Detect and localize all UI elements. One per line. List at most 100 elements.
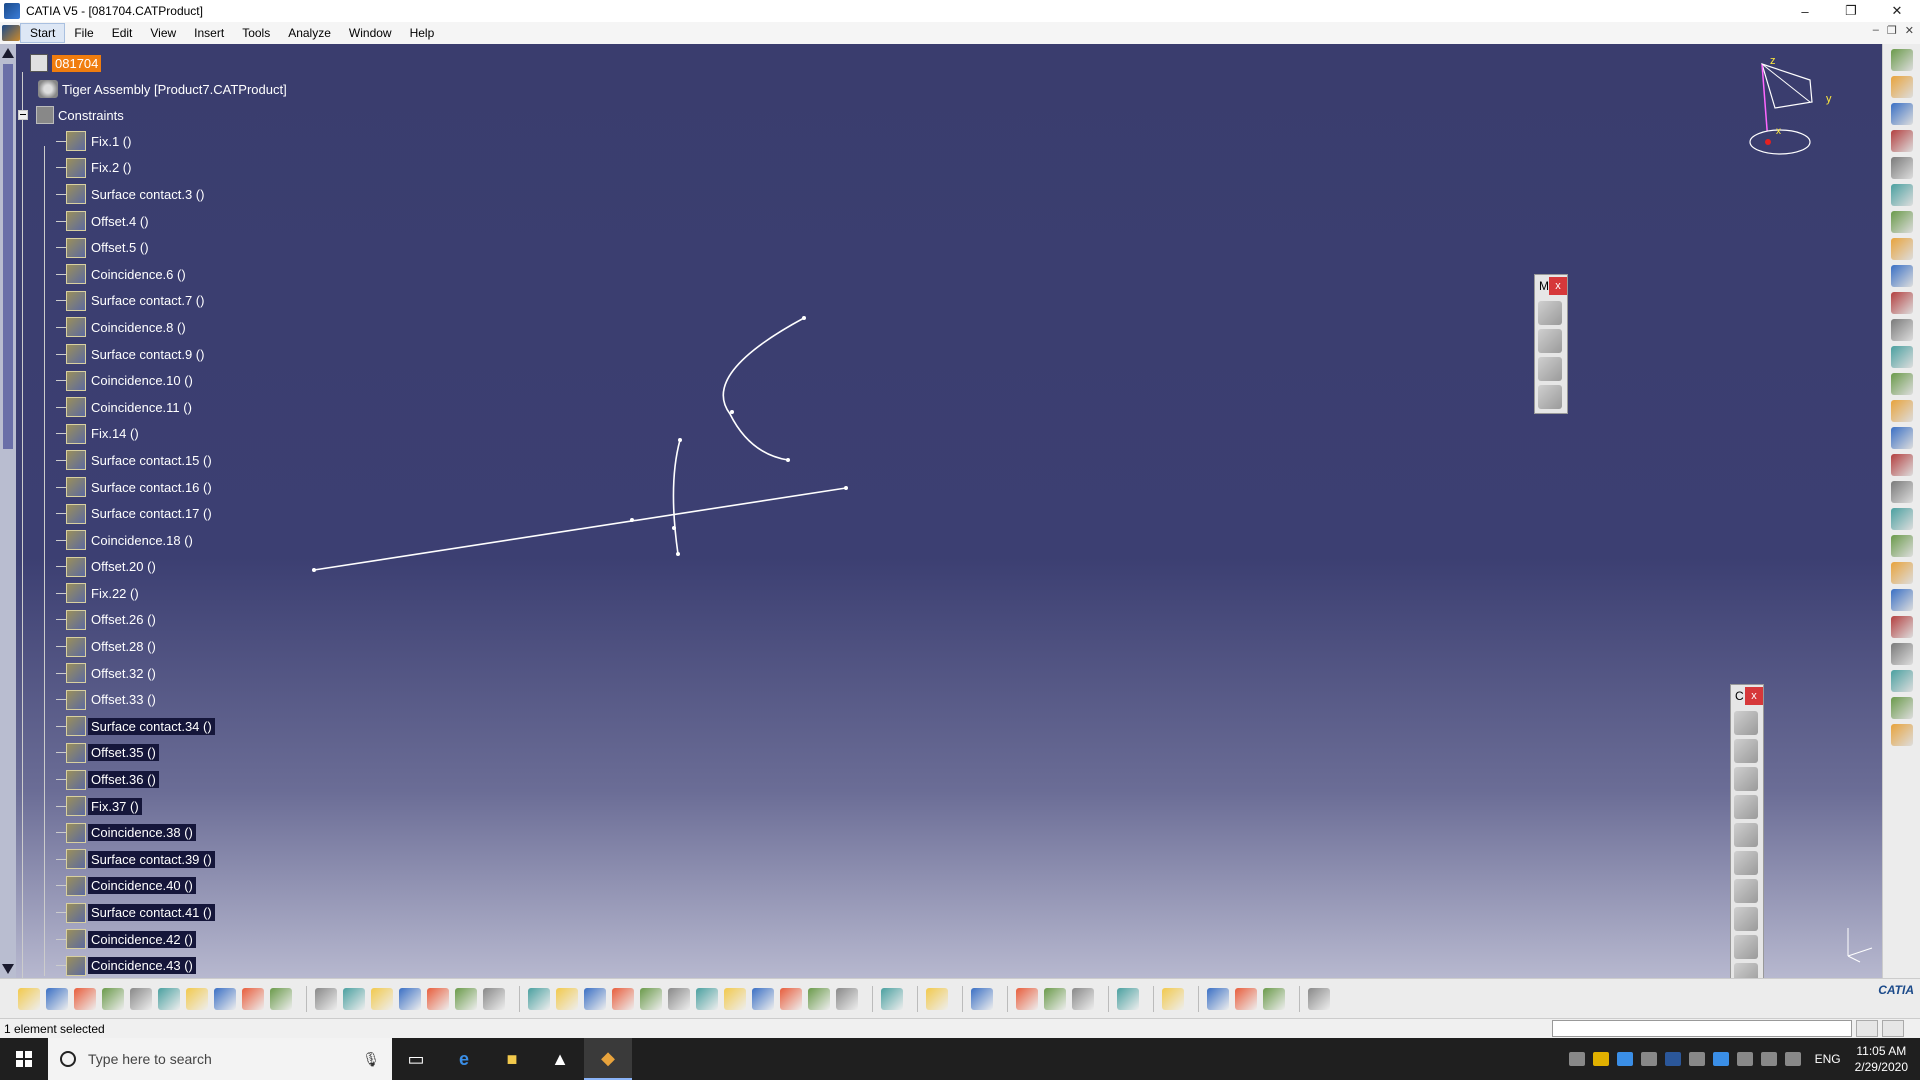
constraint-label[interactable]: Coincidence.8 () (88, 319, 189, 336)
menu-file[interactable]: File (65, 24, 102, 42)
menu-start[interactable]: Start (20, 23, 66, 43)
vertical-curve[interactable] (672, 439, 681, 555)
command-input[interactable] (1552, 1020, 1852, 1037)
constraint-item[interactable]: Offset.5 () (56, 234, 358, 261)
constraint-label[interactable]: Coincidence.11 () (88, 399, 195, 416)
photos-icon[interactable]: ▲ (536, 1038, 584, 1080)
tray-app-icon[interactable] (1736, 1052, 1753, 1066)
workbench-tool-icon[interactable] (1891, 238, 1913, 260)
tray-app-icon[interactable] (1640, 1052, 1657, 1066)
tree-root[interactable]: 081704 (30, 50, 358, 76)
edge-icon[interactable]: e (440, 1038, 488, 1080)
constraint-label[interactable]: Offset.32 () (88, 665, 159, 682)
tree-constraints-node[interactable]: Constraints (18, 102, 358, 128)
constraint-label[interactable]: Surface contact.17 () (88, 505, 215, 522)
iso-view-icon[interactable] (752, 987, 774, 1010)
constraint-item[interactable]: Offset.35 () (56, 740, 358, 767)
endpoint[interactable] (802, 316, 806, 320)
constraint-item[interactable]: Coincidence.10 () (56, 367, 358, 394)
shading-icon[interactable] (780, 987, 802, 1010)
workbench-tool-icon[interactable] (1891, 454, 1913, 476)
measure-icon[interactable] (455, 987, 477, 1010)
constraint-label[interactable]: Offset.20 () (88, 558, 159, 575)
toolbar-header[interactable]: C x (1731, 685, 1763, 707)
constraint-item[interactable]: Coincidence.40 () (56, 873, 358, 900)
undo-icon[interactable] (214, 987, 236, 1010)
workbench-tool-icon[interactable] (1891, 373, 1913, 395)
coincidence-tool-icon[interactable] (1734, 711, 1758, 735)
flexible-tool-icon[interactable] (1734, 907, 1758, 931)
workbench-tool-icon[interactable] (1891, 346, 1913, 368)
hide-show-icon[interactable] (808, 987, 830, 1010)
constraint-item[interactable]: Fix.1 () (56, 128, 358, 155)
explode-tool-icon[interactable] (1538, 385, 1562, 409)
restore-button[interactable]: ❐ (1828, 0, 1874, 22)
menu-analyze[interactable]: Analyze (279, 24, 340, 42)
catalog-icon[interactable] (427, 987, 449, 1010)
constraint-label[interactable]: Fix.22 () (88, 585, 142, 602)
workbench-tool-icon[interactable] (1891, 481, 1913, 503)
offset-tool-icon[interactable] (1734, 767, 1758, 791)
constraint-label[interactable]: Offset.26 () (88, 611, 159, 628)
people-icon[interactable] (1568, 1052, 1585, 1066)
workbench-tool-icon[interactable] (1891, 319, 1913, 341)
workbench-tool-icon[interactable] (1891, 589, 1913, 611)
paste-icon[interactable] (186, 987, 208, 1010)
fly-icon[interactable] (528, 987, 550, 1010)
workbench-tool-icon[interactable] (1891, 697, 1913, 719)
comment-icon[interactable] (343, 987, 365, 1010)
word-icon[interactable] (1664, 1052, 1681, 1066)
menu-tools[interactable]: Tools (233, 24, 279, 42)
constraint-label[interactable]: Offset.28 () (88, 638, 159, 655)
workbench-tool-icon[interactable] (1891, 508, 1913, 530)
workbench-tool-icon[interactable] (1891, 130, 1913, 152)
rotate-tool-icon[interactable] (1538, 329, 1562, 353)
formula-icon[interactable] (315, 987, 337, 1010)
redo-icon[interactable] (242, 987, 264, 1010)
constraint-label[interactable]: Surface contact.9 () (88, 346, 207, 363)
menu-view[interactable]: View (141, 24, 185, 42)
minimize-button[interactable]: – (1782, 0, 1828, 22)
constraint-item[interactable]: Fix.14 () (56, 421, 358, 448)
constraint-item[interactable]: Fix.2 () (56, 155, 358, 182)
update-icon[interactable] (971, 987, 993, 1010)
constraint-item[interactable]: Offset.4 () (56, 208, 358, 235)
constraint-label[interactable]: Offset.4 () (88, 213, 152, 230)
constraint-label[interactable]: Offset.36 () (88, 771, 159, 789)
analysis-icon[interactable] (483, 987, 505, 1010)
endpoint[interactable] (672, 526, 676, 530)
constraint-label[interactable]: Coincidence.38 () (88, 824, 196, 842)
constraint-item[interactable]: Offset.36 () (56, 766, 358, 793)
workbench-tool-icon[interactable] (1891, 76, 1913, 98)
constraint-label[interactable]: Coincidence.42 () (88, 930, 196, 948)
print-icon[interactable] (102, 987, 124, 1010)
angle-tool-icon[interactable] (1734, 795, 1758, 819)
clock[interactable]: 11:05 AM 2/29/2020 (1855, 1043, 1908, 1075)
constraint-item[interactable]: Offset.26 () (56, 607, 358, 634)
workbench-tool-icon[interactable] (1891, 427, 1913, 449)
whats-this-icon[interactable] (270, 987, 292, 1010)
workbench-tool-icon[interactable] (1891, 184, 1913, 206)
endpoint[interactable] (630, 518, 634, 522)
constraint-item[interactable]: Offset.28 () (56, 633, 358, 660)
constraint-label[interactable]: Surface contact.15 () (88, 452, 215, 469)
rotate-icon[interactable] (612, 987, 634, 1010)
multi-view-icon[interactable] (724, 987, 746, 1010)
constraint-item[interactable]: Surface contact.7 () (56, 288, 358, 315)
sketch-grid-icon[interactable] (881, 987, 903, 1010)
network-icon[interactable] (1760, 1052, 1777, 1066)
constraint-item[interactable]: Fix.37 () (56, 793, 358, 820)
constraint-label[interactable]: Fix.2 () (88, 159, 134, 176)
constraint-label[interactable]: Surface contact.3 () (88, 186, 207, 203)
constraint-label[interactable]: Offset.33 () (88, 691, 159, 708)
constraint-item[interactable]: Coincidence.6 () (56, 261, 358, 288)
tree-product-label[interactable]: Tiger Assembly [Product7.CATProduct] (62, 82, 287, 97)
constraint-item[interactable]: Surface contact.41 () (56, 899, 358, 926)
3d-viewport[interactable]: 081704 Tiger Assembly [Product7.CATProdu… (0, 44, 1882, 978)
workbench-tool-icon[interactable] (1891, 562, 1913, 584)
endpoint[interactable] (786, 458, 790, 462)
catia-taskbar-icon[interactable]: ◆ (584, 1038, 632, 1080)
workbench-tool-icon[interactable] (1891, 103, 1913, 125)
constraint-item[interactable]: Surface contact.9 () (56, 341, 358, 368)
workbench-tool-icon[interactable] (1891, 265, 1913, 287)
